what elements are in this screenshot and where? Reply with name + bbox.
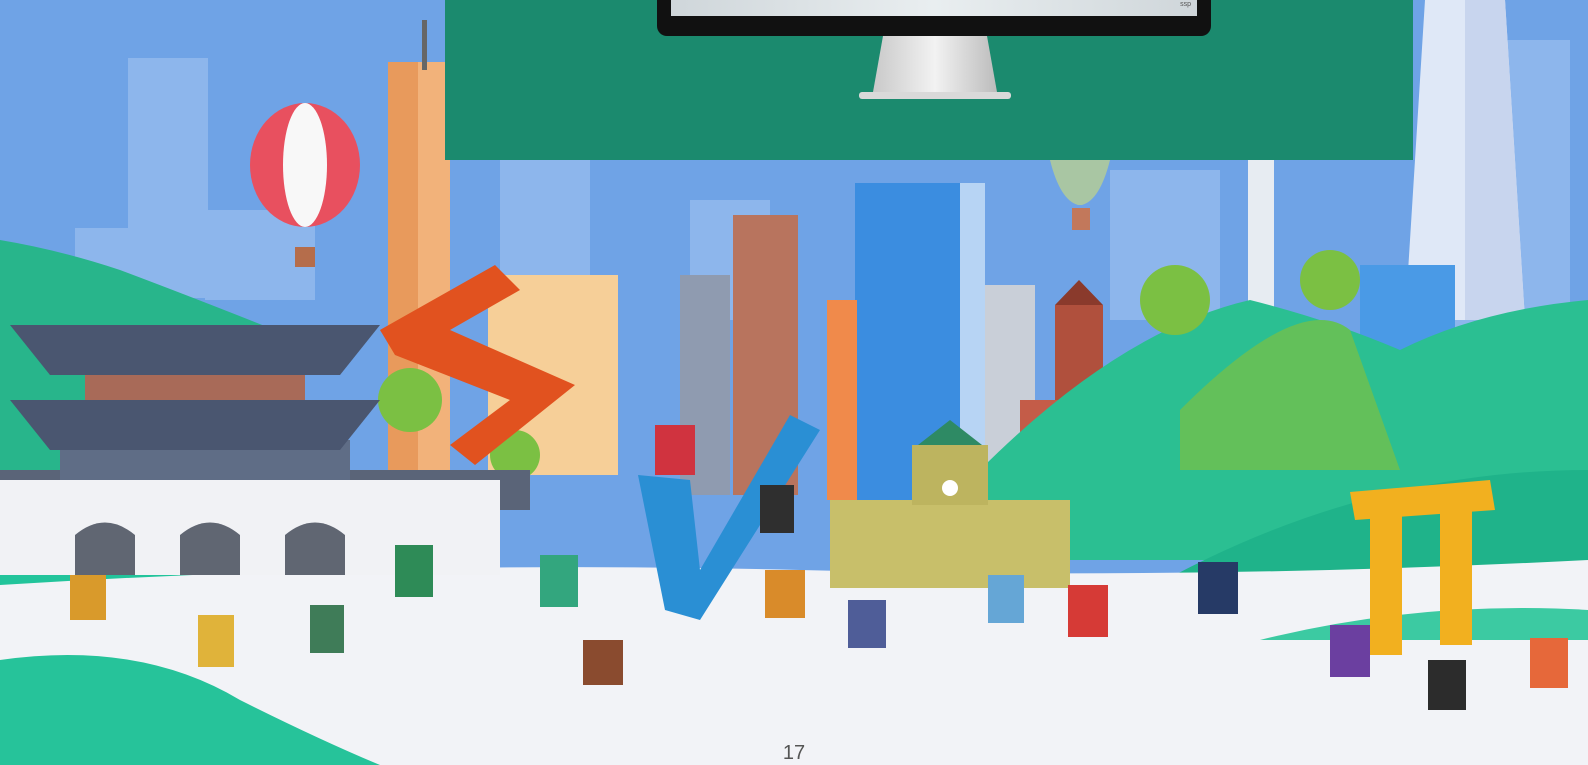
namsan-tower bbox=[1248, 150, 1274, 310]
monitor-screen: ssp bbox=[671, 0, 1197, 16]
monitor-stand bbox=[859, 36, 1011, 99]
hot-air-balloon-small bbox=[1050, 160, 1110, 230]
monitor-screen-label: ssp bbox=[1180, 1, 1191, 8]
monitor-screen-frame: ssp bbox=[657, 0, 1211, 36]
page-number: 17 bbox=[782, 742, 806, 764]
orange-building bbox=[827, 300, 857, 500]
